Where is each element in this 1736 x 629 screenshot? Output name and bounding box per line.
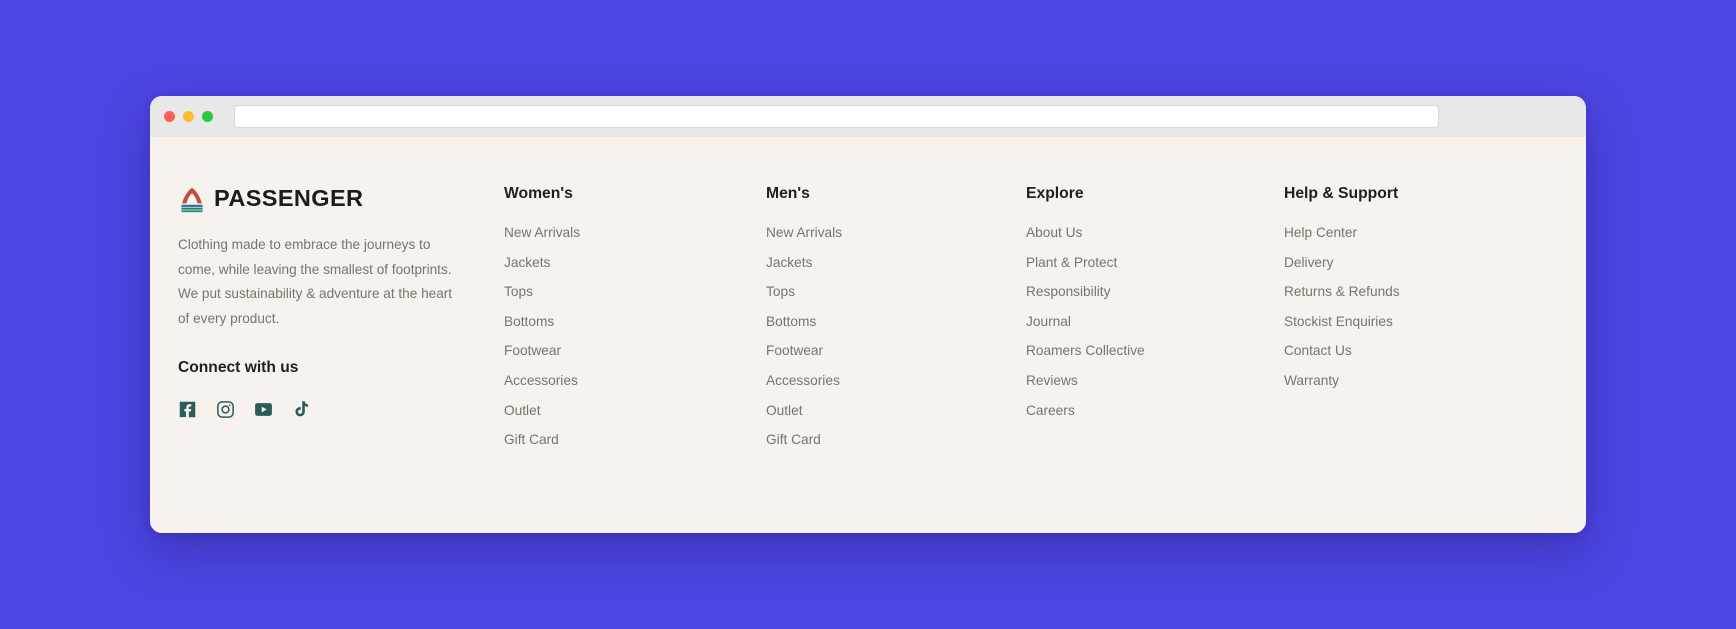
footer-brand-column: PASSENGER Clothing made to embrace the j… bbox=[178, 185, 504, 461]
footer-link-jackets[interactable]: Jackets bbox=[504, 255, 550, 270]
footer-link-gift-card[interactable]: Gift Card bbox=[766, 432, 821, 447]
list-item: Gift Card bbox=[766, 431, 1026, 449]
list-item: Journal bbox=[1026, 313, 1284, 331]
list-item: Responsibility bbox=[1026, 283, 1284, 301]
list-item: Outlet bbox=[504, 402, 766, 420]
tiktok-icon[interactable] bbox=[292, 400, 311, 419]
list-item: Careers bbox=[1026, 402, 1284, 420]
close-window-button[interactable] bbox=[164, 111, 175, 122]
list-item: Help Center bbox=[1284, 224, 1484, 242]
list-item: Bottoms bbox=[766, 313, 1026, 331]
footer-link-new-arrivals[interactable]: New Arrivals bbox=[766, 225, 842, 240]
footer-link-bottoms[interactable]: Bottoms bbox=[504, 314, 554, 329]
footer-link-warranty[interactable]: Warranty bbox=[1284, 373, 1339, 388]
browser-window: PASSENGER Clothing made to embrace the j… bbox=[150, 96, 1586, 533]
footer-column-heading: Women's bbox=[504, 185, 573, 202]
brand-wordmark: PASSENGER bbox=[214, 185, 364, 212]
list-item: Jackets bbox=[766, 254, 1026, 272]
footer-column-heading: Help & Support bbox=[1284, 185, 1399, 202]
footer-link-footwear[interactable]: Footwear bbox=[504, 343, 561, 358]
footer-link-plant-and-protect[interactable]: Plant & Protect bbox=[1026, 255, 1117, 270]
footer-link-list: About Us Plant & Protect Responsibility … bbox=[1026, 224, 1284, 420]
list-item: Warranty bbox=[1284, 372, 1484, 390]
list-item: New Arrivals bbox=[504, 224, 766, 242]
facebook-icon[interactable] bbox=[178, 400, 197, 419]
footer-link-jackets[interactable]: Jackets bbox=[766, 255, 812, 270]
footer-column-help-support: Help & Support Help Center Delivery Retu… bbox=[1284, 185, 1484, 461]
footer-link-footwear[interactable]: Footwear bbox=[766, 343, 823, 358]
footer-link-reviews[interactable]: Reviews bbox=[1026, 373, 1078, 388]
footer-link-stockist-enquiries[interactable]: Stockist Enquiries bbox=[1284, 314, 1393, 329]
list-item: Tops bbox=[504, 283, 766, 301]
list-item: Footwear bbox=[766, 342, 1026, 360]
list-item: About Us bbox=[1026, 224, 1284, 242]
list-item: Tops bbox=[766, 283, 1026, 301]
list-item: Roamers Collective bbox=[1026, 342, 1284, 360]
footer-column-womens: Women's New Arrivals Jackets Tops Bottom… bbox=[504, 185, 766, 461]
footer-grid: PASSENGER Clothing made to embrace the j… bbox=[150, 185, 1586, 461]
list-item: Gift Card bbox=[504, 431, 766, 449]
list-item: Returns & Refunds bbox=[1284, 283, 1484, 301]
maximize-window-button[interactable] bbox=[202, 111, 213, 122]
list-item: Stockist Enquiries bbox=[1284, 313, 1484, 331]
brand-logo[interactable]: PASSENGER bbox=[178, 185, 504, 213]
list-item: Reviews bbox=[1026, 372, 1284, 390]
minimize-window-button[interactable] bbox=[183, 111, 194, 122]
footer-link-bottoms[interactable]: Bottoms bbox=[766, 314, 816, 329]
list-item: Contact Us bbox=[1284, 342, 1484, 360]
list-item: Accessories bbox=[766, 372, 1026, 390]
footer-link-new-arrivals[interactable]: New Arrivals bbox=[504, 225, 580, 240]
list-item: Outlet bbox=[766, 402, 1026, 420]
footer-link-roamers-collective[interactable]: Roamers Collective bbox=[1026, 343, 1145, 358]
footer-column-explore: Explore About Us Plant & Protect Respons… bbox=[1026, 185, 1284, 461]
footer-column-heading: Explore bbox=[1026, 185, 1084, 202]
footer-link-accessories[interactable]: Accessories bbox=[504, 373, 578, 388]
passenger-arch-logo-icon bbox=[178, 186, 206, 213]
list-item: New Arrivals bbox=[766, 224, 1026, 242]
footer-link-list: New Arrivals Jackets Tops Bottoms Footwe… bbox=[766, 224, 1026, 449]
site-footer: PASSENGER Clothing made to embrace the j… bbox=[150, 137, 1586, 533]
address-bar-input[interactable] bbox=[234, 105, 1439, 128]
footer-link-careers[interactable]: Careers bbox=[1026, 403, 1075, 418]
footer-link-delivery[interactable]: Delivery bbox=[1284, 255, 1333, 270]
browser-titlebar bbox=[150, 96, 1586, 137]
list-item: Bottoms bbox=[504, 313, 766, 331]
footer-link-gift-card[interactable]: Gift Card bbox=[504, 432, 559, 447]
social-links bbox=[178, 400, 504, 419]
footer-link-accessories[interactable]: Accessories bbox=[766, 373, 840, 388]
footer-column-heading: Men's bbox=[766, 185, 810, 202]
list-item: Jackets bbox=[504, 254, 766, 272]
list-item: Delivery bbox=[1284, 254, 1484, 272]
footer-link-responsibility[interactable]: Responsibility bbox=[1026, 284, 1110, 299]
footer-link-tops[interactable]: Tops bbox=[504, 284, 533, 299]
footer-link-outlet[interactable]: Outlet bbox=[766, 403, 803, 418]
footer-link-list: New Arrivals Jackets Tops Bottoms Footwe… bbox=[504, 224, 766, 449]
instagram-icon[interactable] bbox=[216, 400, 235, 419]
footer-link-list: Help Center Delivery Returns & Refunds S… bbox=[1284, 224, 1484, 390]
youtube-icon[interactable] bbox=[254, 400, 273, 419]
window-controls bbox=[164, 111, 213, 122]
footer-link-outlet[interactable]: Outlet bbox=[504, 403, 541, 418]
list-item: Footwear bbox=[504, 342, 766, 360]
footer-link-help-center[interactable]: Help Center bbox=[1284, 225, 1357, 240]
footer-column-mens: Men's New Arrivals Jackets Tops Bottoms … bbox=[766, 185, 1026, 461]
footer-link-tops[interactable]: Tops bbox=[766, 284, 795, 299]
connect-with-us-heading: Connect with us bbox=[178, 359, 299, 377]
list-item: Accessories bbox=[504, 372, 766, 390]
footer-link-returns-refunds[interactable]: Returns & Refunds bbox=[1284, 284, 1400, 299]
brand-description: Clothing made to embrace the journeys to… bbox=[178, 237, 453, 326]
list-item: Plant & Protect bbox=[1026, 254, 1284, 272]
footer-link-contact-us[interactable]: Contact Us bbox=[1284, 343, 1352, 358]
footer-link-about-us[interactable]: About Us bbox=[1026, 225, 1082, 240]
footer-link-journal[interactable]: Journal bbox=[1026, 314, 1071, 329]
